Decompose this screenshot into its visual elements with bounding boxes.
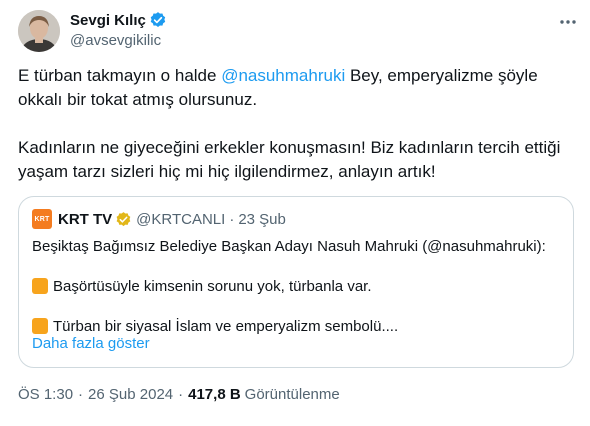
quoted-bullet-2: Türban bir siyasal İslam ve emperyalizm … [32, 317, 562, 337]
tweet-paragraph-2: Kadınların ne giyeceğini erkekler konuşm… [18, 138, 561, 181]
avatar-image [18, 10, 60, 52]
tweet-text: E türban takmayın o halde @nasuhmahruki … [18, 64, 578, 184]
separator-dot: · [229, 210, 235, 228]
author-display-name[interactable]: Sevgi Kılıç [70, 12, 146, 29]
separator-dot: · [78, 385, 84, 403]
quoted-tweet[interactable]: KRT KRT TV @KRTCANLI · 23 Şub Beşiktaş B… [18, 196, 574, 368]
quoted-author-handle: @KRTCANLI [136, 210, 226, 228]
tweet-paragraph-1: E türban takmayın o halde @nasuhmahruki … [18, 64, 578, 112]
verified-badge-icon [149, 11, 167, 29]
quoted-line-1: Beşiktaş Bağımsız Belediye Başkan Adayı … [32, 238, 546, 255]
quoted-tweet-date: 23 Şub [238, 210, 286, 228]
separator-dot: · [178, 385, 184, 403]
quoted-tweet-header: KRT KRT TV @KRTCANLI · 23 Şub [32, 209, 286, 229]
mention-link[interactable]: @nasuhmahruki [221, 66, 345, 85]
gold-verified-badge-icon [115, 211, 132, 228]
author-block: Sevgi Kılıç @avsevgikilic [70, 10, 167, 49]
quoted-bullet-1-text: Başörtüsüyle kimsenin sorunu yok, türban… [53, 278, 372, 295]
quoted-tweet-text: Beşiktaş Bağımsız Belediye Başkan Adayı … [32, 237, 562, 337]
orange-square-icon [32, 278, 48, 294]
quoted-bullet-1: Başörtüsüyle kimsenin sorunu yok, türban… [32, 277, 562, 297]
quoted-author-name: KRT TV [58, 210, 113, 228]
tweet-metadata: ÖS 1:30 · 26 Şub 2024 · 417,8 B Görüntül… [18, 384, 340, 404]
tweet-card: Sevgi Kılıç @avsevgikilic E türban takma… [0, 0, 590, 426]
quoted-bullet-2-text: Türban bir siyasal İslam ve emperyalizm … [53, 318, 399, 335]
orange-square-icon [32, 318, 48, 334]
views-count: 417,8 B [188, 385, 241, 403]
avatar[interactable] [18, 10, 60, 52]
more-options-icon[interactable] [556, 10, 580, 34]
tweet-text-part: E türban takmayın o halde [18, 66, 222, 85]
show-more-link[interactable]: Daha fazla göster [32, 335, 150, 352]
krt-logo: KRT [32, 209, 52, 229]
tweet-date[interactable]: 26 Şub 2024 [88, 386, 173, 403]
views-label: Görüntülenme [244, 385, 340, 403]
author-name-row: Sevgi Kılıç [70, 10, 167, 30]
tweet-time[interactable]: ÖS 1:30 [18, 386, 73, 403]
author-handle[interactable]: @avsevgikilic [70, 32, 167, 49]
